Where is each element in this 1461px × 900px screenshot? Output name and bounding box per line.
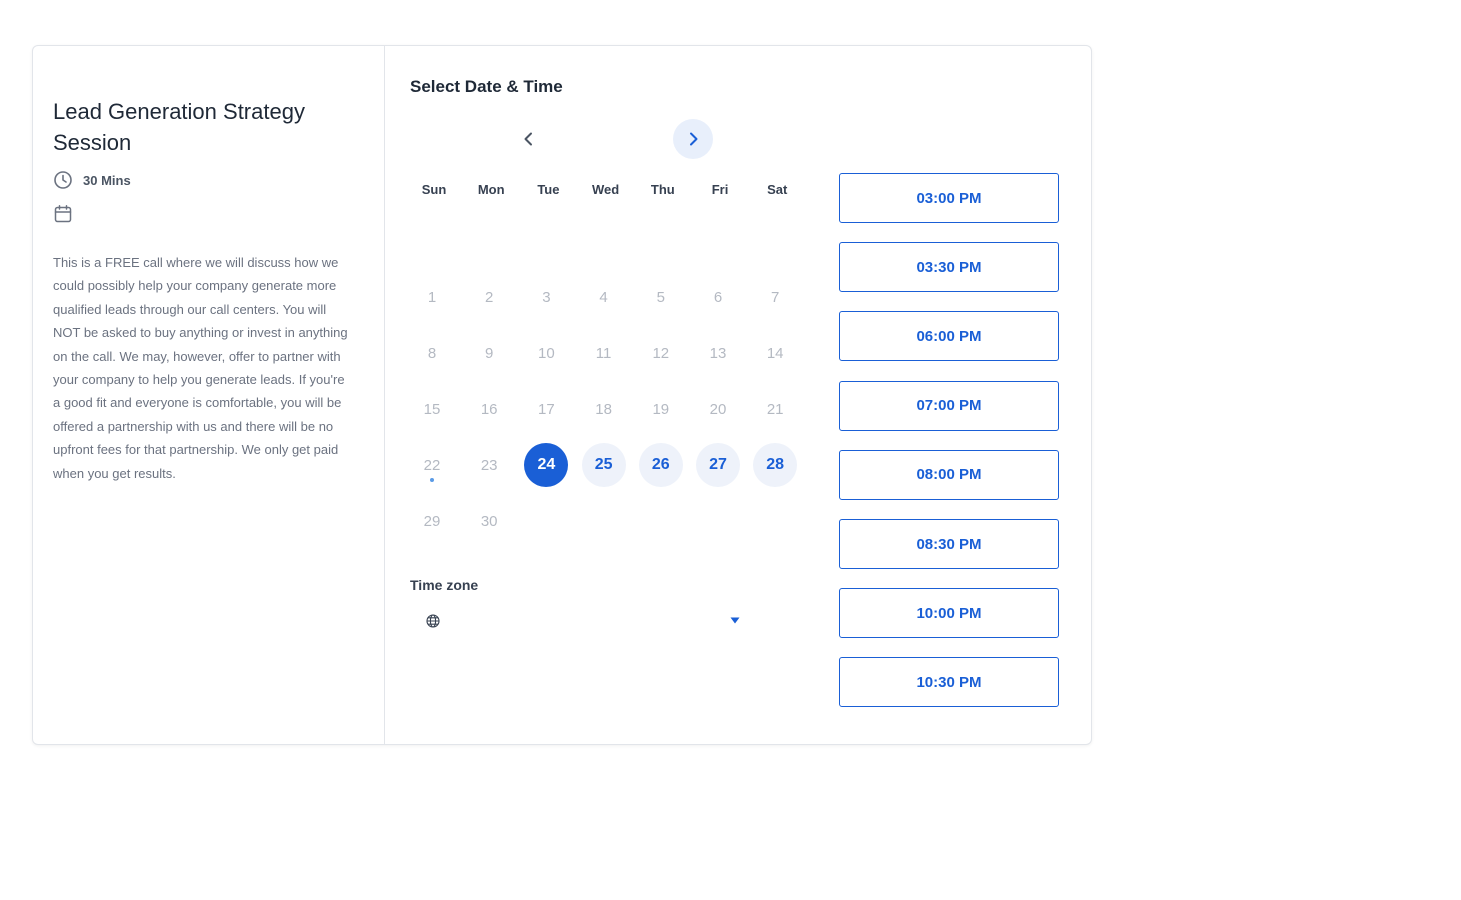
clock-icon (54, 171, 72, 189)
time-slot-button[interactable]: 10:30 PM (839, 657, 1059, 708)
chevron-right-icon (690, 132, 698, 146)
calendar-day-10: 10 (538, 344, 555, 362)
calendar-day-4: 4 (599, 288, 608, 306)
calendar-day-13: 13 (709, 344, 727, 362)
calendar-day-12: 12 (652, 344, 670, 362)
timezone-select[interactable] (410, 605, 760, 637)
calendar-day-14: 14 (766, 344, 784, 362)
scheduler-panel: Select Date & Time Sun Mon Tue Wed Thu Fri Sat… (385, 46, 1091, 744)
calendar-day-1: 1 (427, 288, 437, 306)
calendar-day-3: 3 (542, 288, 551, 306)
event-details-panel: Lead Generation Strategy Session 30 Mins… (33, 46, 385, 744)
calendar-day-27[interactable]: 27 (696, 443, 740, 487)
calendar-day-6: 6 (713, 288, 723, 306)
time-slot-button[interactable]: 08:00 PM (839, 449, 1059, 500)
chevron-left-icon (524, 132, 532, 146)
calendar-row (53, 204, 73, 224)
calendar-day-5: 5 (656, 288, 665, 306)
calendar-day-11: 11 (595, 344, 612, 362)
time-slot-button[interactable]: 08:30 PM (839, 519, 1059, 569)
calendar-day-29: 29 (423, 512, 441, 530)
calendar-day-2: 2 (485, 288, 494, 306)
caret-down-icon (730, 617, 740, 624)
next-month-button[interactable] (673, 119, 713, 159)
calendar-day-20: 20 (709, 400, 727, 418)
timezone-label: Time zone (410, 577, 479, 593)
today-indicator (430, 478, 434, 482)
calendar-day-16: 16 (480, 400, 498, 418)
weekday-mon: Mon (477, 182, 505, 197)
time-slot-button[interactable]: 03:30 PM (839, 242, 1059, 293)
calendar-day-28[interactable]: 28 (753, 443, 798, 487)
weekday-thu: Thu (650, 182, 675, 197)
calendar-icon (54, 205, 72, 223)
section-title: Select Date & Time (410, 77, 563, 96)
calendar-day-21: 21 (766, 400, 784, 418)
weekday-tue: Tue (537, 182, 560, 197)
weekday-sat: Sat (767, 182, 788, 197)
calendar-day-26[interactable]: 26 (638, 443, 683, 487)
booking-card: Lead Generation Strategy Session 30 Mins… (32, 45, 1092, 745)
calendar-day-17: 17 (538, 400, 555, 418)
globe-icon (426, 614, 440, 628)
calendar-day-18: 18 (595, 400, 612, 418)
calendar-day-9: 9 (485, 344, 494, 362)
weekday-sun: Sun (421, 182, 447, 197)
weekday-fri: Fri (711, 182, 729, 197)
time-slot-button[interactable]: 10:00 PM (839, 588, 1059, 639)
time-slot-button[interactable]: 07:00 PM (839, 380, 1059, 431)
calendar-day-23: 23 (480, 456, 498, 474)
duration-row: 30 Mins (53, 170, 131, 190)
weekday-wed: Wed (591, 182, 620, 197)
calendar-day-30: 30 (480, 512, 498, 530)
calendar-day-24[interactable]: 24 (524, 443, 569, 487)
calendar-day-19: 19 (652, 400, 670, 418)
prev-month-button[interactable] (509, 119, 549, 159)
calendar-day-15: 15 (423, 400, 441, 418)
time-slot-button[interactable]: 06:00 PM (839, 311, 1059, 362)
time-slot-button[interactable]: 03:00 PM (839, 173, 1059, 223)
calendar-day-7: 7 (771, 288, 780, 306)
duration-text: 30 Mins (83, 172, 131, 188)
event-title: Lead Generation Strategy Session (53, 99, 305, 155)
event-description: This is a FREE call where we will discus… (53, 255, 348, 481)
calendar-day-25[interactable]: 25 (581, 443, 626, 487)
calendar-day-8: 8 (427, 344, 437, 362)
